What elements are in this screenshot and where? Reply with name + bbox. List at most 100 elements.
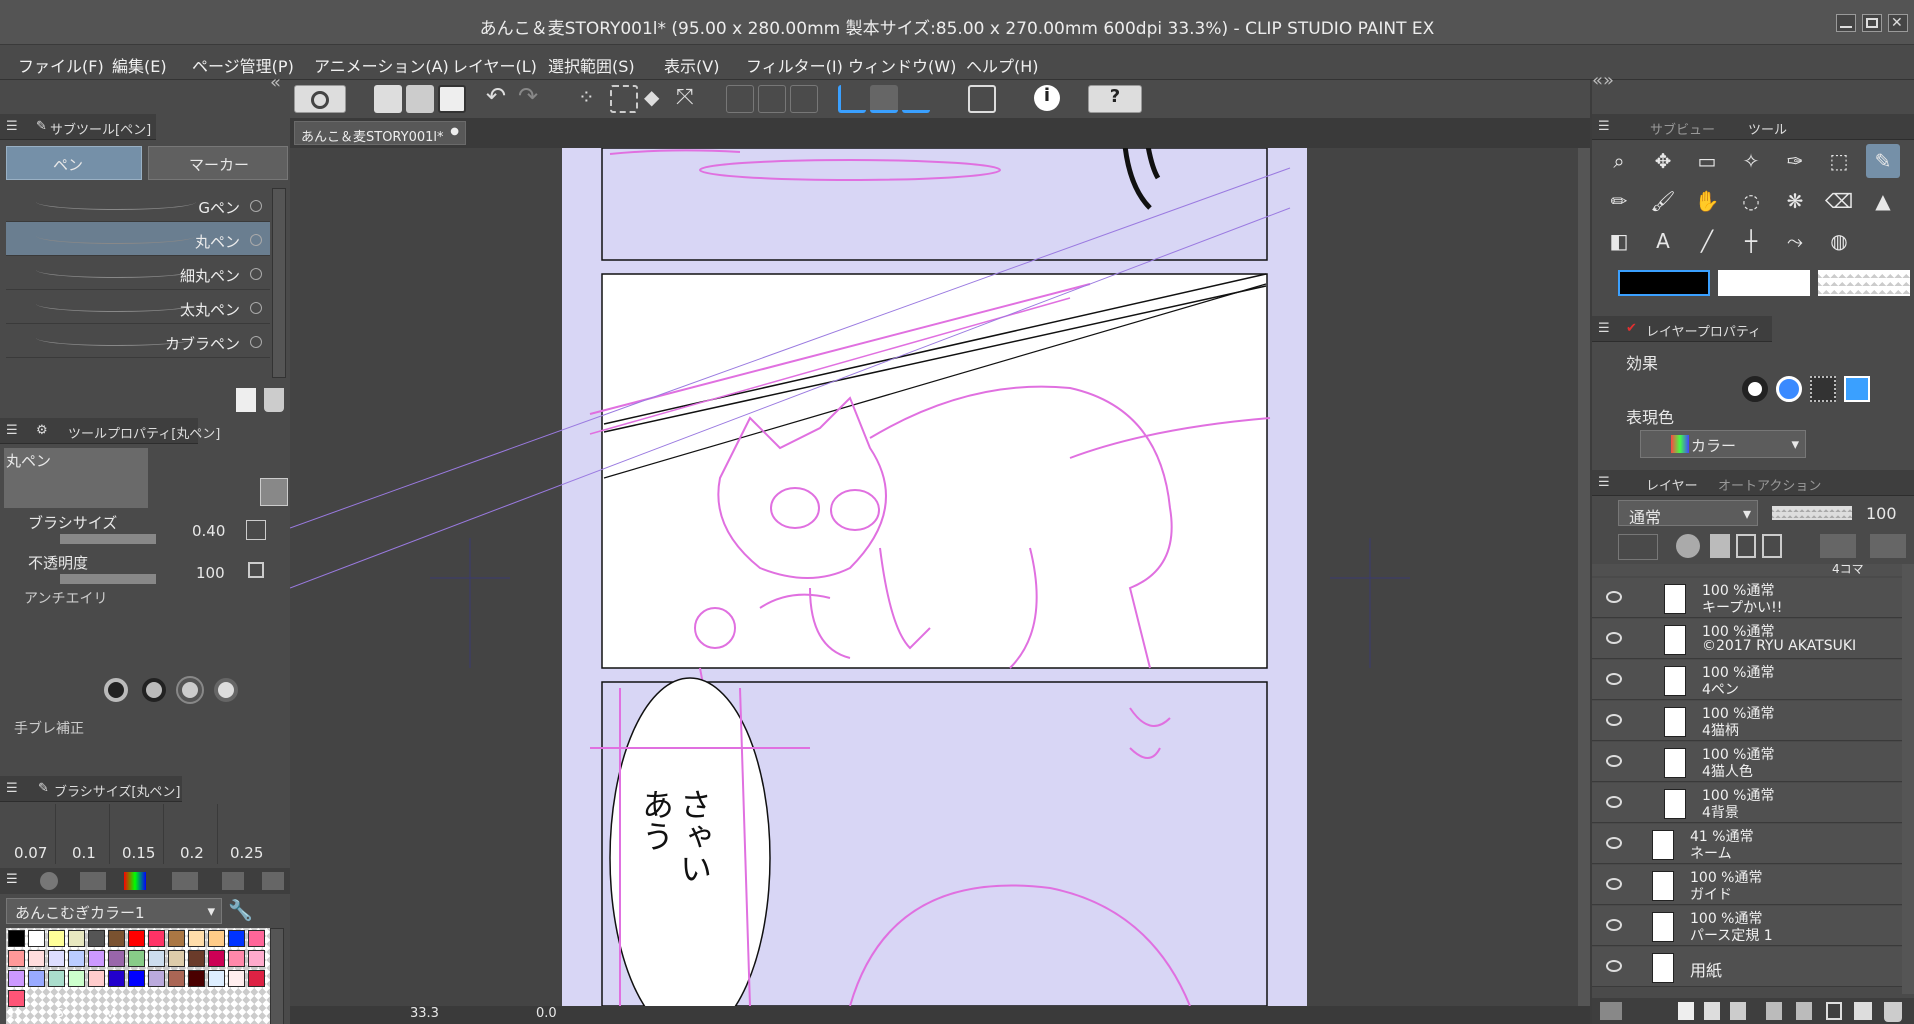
color-swatch[interactable] [108,930,125,947]
layer-row[interactable]: 100 %通常 4猫人色 [1592,742,1914,782]
color-swatch[interactable] [8,970,25,987]
color-swatch[interactable] [48,950,65,967]
fill-tool-icon[interactable]: ▲ [1866,184,1900,218]
color-swatch[interactable] [48,970,65,987]
layer-row[interactable]: 100 %通常 4猫柄 [1592,701,1914,741]
redo-icon[interactable]: ↷ [518,82,546,110]
brush-tool-icon[interactable]: 🖌 [1646,184,1680,218]
layer-row[interactable]: 100 %通常 キープかい!! [1592,578,1914,618]
color-swatch[interactable] [48,930,65,947]
canvas-scrollbar[interactable] [1578,148,1590,1006]
size-cell[interactable]: 0.1 [58,804,110,864]
grid-icon[interactable] [790,85,818,113]
figure-tool-icon[interactable]: ╱ [1690,224,1724,258]
eye-icon[interactable] [1606,919,1622,931]
merge-down-icon[interactable] [1796,1002,1812,1020]
clip-icon[interactable] [1676,534,1700,558]
color-swatch[interactable] [208,970,225,987]
eye-icon[interactable] [1606,878,1622,890]
tab-subview[interactable]: サブビュー [1650,119,1715,138]
color-wheel-icon[interactable] [40,872,58,890]
color-swatch[interactable] [88,930,105,947]
apply-mask-icon[interactable] [1854,1002,1872,1020]
tool-settings-icon[interactable] [260,478,288,506]
menu-layer[interactable]: レイヤー(L) [452,53,537,77]
minimize-button[interactable] [1836,14,1856,32]
transparent-color[interactable] [1818,270,1910,296]
new-folder-icon[interactable] [1730,1002,1746,1020]
pen-tool-icon[interactable]: ✎ [1866,144,1900,178]
color-swatch[interactable] [248,950,265,967]
menu-icon[interactable]: ☰ [6,423,18,438]
size-cell[interactable]: 0.15 [112,804,164,864]
color-swatch[interactable] [8,930,25,947]
zoom-tool-icon[interactable]: ⌕ [1602,144,1636,178]
eraser-tool-icon[interactable]: ⌫ [1822,184,1856,218]
size-cell[interactable]: 0.07 [4,804,56,864]
snap-grid-icon[interactable] [902,85,930,113]
color-swatch[interactable] [108,950,125,967]
color-swatch[interactable] [188,970,205,987]
new-raster-icon[interactable] [1678,1002,1694,1020]
eye-icon[interactable] [1606,960,1622,972]
brush-kabura[interactable]: カブラペン [6,324,270,358]
clip-studio-icon[interactable] [294,85,346,113]
opacity-toggle-icon[interactable] [248,562,264,578]
decoration-tool-icon[interactable]: ❋ [1778,184,1812,218]
menu-select[interactable]: 選択範囲(S) [548,53,635,77]
layer-color-icon[interactable] [1844,376,1870,402]
trash-icon[interactable] [264,388,284,412]
info-icon[interactable]: i [1034,85,1060,111]
color-swatch[interactable] [228,950,245,967]
selection-icon[interactable] [610,85,638,113]
aa-none-icon[interactable] [104,678,128,702]
size-cell[interactable]: 0.25 [220,804,272,864]
menu-icon[interactable]: ☰ [6,872,18,887]
transform-icon[interactable]: ⤧ [676,85,704,113]
color-swatch[interactable] [108,970,125,987]
ruler-snap-icon[interactable] [758,85,786,113]
menu-file[interactable]: ファイル(F) [18,53,104,77]
brush-gpen[interactable]: Gペン [6,188,270,222]
pressure-icon[interactable] [246,520,266,540]
menu-window[interactable]: ウィンドウ(W) [848,53,956,77]
palette-grid[interactable] [6,928,270,1024]
undo-icon[interactable]: ↶ [486,82,514,110]
layer-row[interactable]: 用紙 [1592,947,1914,987]
palette-select[interactable]: あんこむぎカラー1 ▾ [6,898,222,924]
aa-mid-icon[interactable] [176,676,204,704]
approx-color-icon[interactable] [222,872,244,890]
color-swatch[interactable] [208,930,225,947]
color-swatch[interactable] [88,950,105,967]
subtool-scrollbar[interactable] [272,188,286,378]
frame-icon[interactable] [968,85,996,113]
menu-icon[interactable]: ☰ [6,119,18,134]
help-icon[interactable]: ? [1088,85,1142,113]
eyedropper-tool-icon[interactable]: ✑ [1778,144,1812,178]
color-swatch[interactable] [248,930,265,947]
document-tab[interactable]: あんこ＆麦STORY001l* ● [294,121,466,145]
color-swatch[interactable] [188,950,205,967]
layer-row[interactable]: 100 %通常 4ペン [1592,660,1914,700]
maximize-button[interactable] [1862,14,1882,32]
eye-icon[interactable] [1606,632,1622,644]
blend-mode-select[interactable]: 通常 ▾ [1618,500,1758,527]
color-swatch[interactable] [148,930,165,947]
add-mask-icon[interactable] [1826,1002,1842,1020]
tab-marker[interactable]: マーカー [148,146,288,180]
layer-color-select[interactable] [1618,534,1658,560]
color-swatch[interactable] [188,930,205,947]
text-tool-icon[interactable]: A [1646,224,1680,258]
brush-hosomaru[interactable]: 細丸ペン [6,256,270,290]
menu-icon[interactable]: ☰ [6,781,18,796]
color-swatch[interactable] [28,950,45,967]
palette-settings-icon[interactable]: 🔧 [228,898,254,924]
clear-selection-icon[interactable]: ⁘ [578,85,606,113]
layer-scrollbar[interactable] [1902,564,1914,994]
menu-edit[interactable]: 編集(E) [112,53,167,77]
lock-icon[interactable] [1736,534,1756,558]
close-button[interactable]: ✕ [1888,14,1908,32]
eye-icon[interactable] [1606,755,1622,767]
layer-row[interactable]: 100 %通常 ガイド [1592,865,1914,905]
menu-icon[interactable]: ☰ [1598,321,1610,336]
